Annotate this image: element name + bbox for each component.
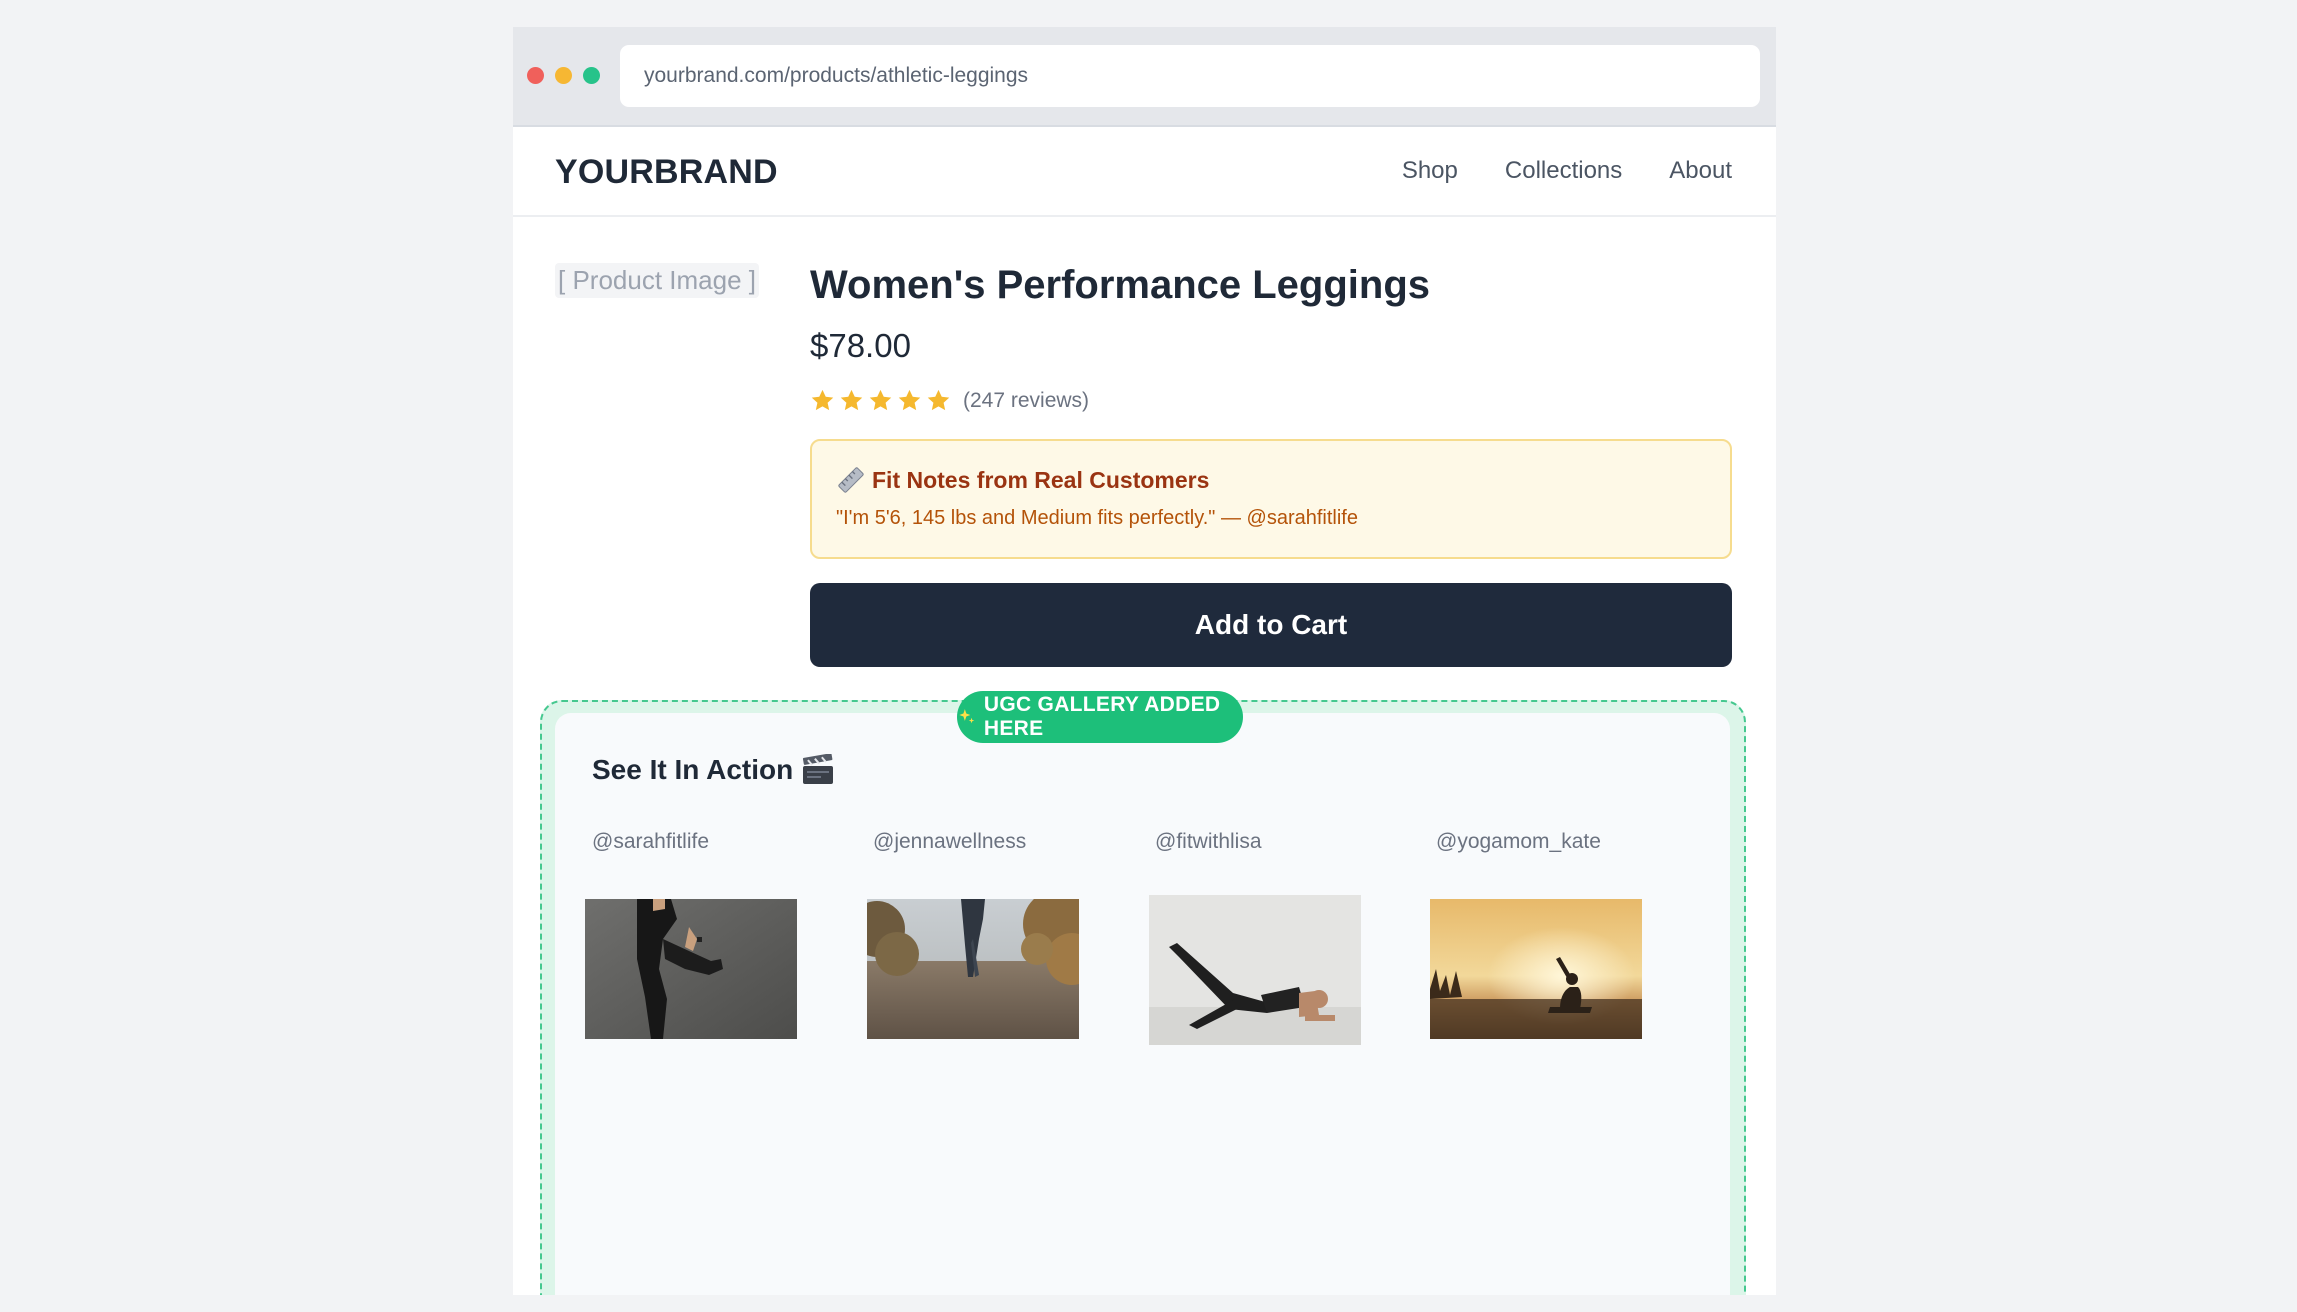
ruler-icon [838,467,864,493]
product-title: Women's Performance Leggings [810,263,1431,307]
ugc-photo[interactable] [585,899,797,1039]
review-count[interactable]: (247 reviews) [963,389,1089,413]
nav-link-about[interactable]: About [1669,157,1732,185]
product-price: $78.00 [810,327,911,364]
ugc-photo[interactable] [1149,895,1361,1045]
star-icon [869,389,892,411]
ugc-handle-sarahfitlife[interactable]: @sarahfitlife [592,830,709,854]
ugc-handle-jennawellness[interactable]: @jennawellness [873,830,1026,854]
ugc-added-badge: UGC GALLERY ADDED HERE [957,691,1243,743]
ugc-photo[interactable] [867,899,1079,1039]
ugc-heading: See It In Action [592,754,794,785]
nav-link-collections[interactable]: Collections [1505,157,1622,185]
ugc-handle-fitwithlisa[interactable]: @fitwithlisa [1155,830,1262,854]
browser-chrome: yourbrand.com/products/athletic-leggings [513,27,1776,127]
ugc-badge-label: UGC GALLERY ADDED HERE [983,693,1221,740]
fit-notes-quote: "I'm 5'6, 145 lbs and Medium fits perfec… [836,507,1358,529]
url-text: yourbrand.com/products/athletic-leggings [644,64,1029,87]
clapperboard-icon [803,754,834,784]
site-header: YOURBRAND Shop Collections About [513,127,1776,217]
add-to-cart-button[interactable]: Add to Cart [810,583,1732,667]
nav-link-shop[interactable]: Shop [1402,157,1458,185]
star-icon [811,389,834,411]
rating[interactable]: (247 reviews) [810,388,1089,413]
close-window-dot[interactable] [527,67,544,84]
star-icon [840,389,863,411]
fit-notes-box: Fit Notes from Real Customers "I'm 5'6, … [810,439,1732,559]
ugc-photo[interactable] [1430,899,1642,1039]
main-nav: Shop Collections About [1402,157,1732,185]
sparkle-icon [959,709,975,724]
address-bar[interactable]: yourbrand.com/products/athletic-leggings [620,45,1760,107]
ugc-handle-yogamom-kate[interactable]: @yogamom_kate [1436,830,1601,854]
brand-logo[interactable]: YOURBRAND [555,153,778,192]
fit-notes-title: Fit Notes from Real Customers [872,466,1210,493]
star-icon [898,389,921,411]
minimize-window-dot[interactable] [555,67,572,84]
star-icon [927,389,950,411]
product-image-placeholder: [ Product Image ] [555,263,759,298]
maximize-window-dot[interactable] [583,67,600,84]
browser-window: yourbrand.com/products/athletic-leggings… [513,27,1776,1295]
